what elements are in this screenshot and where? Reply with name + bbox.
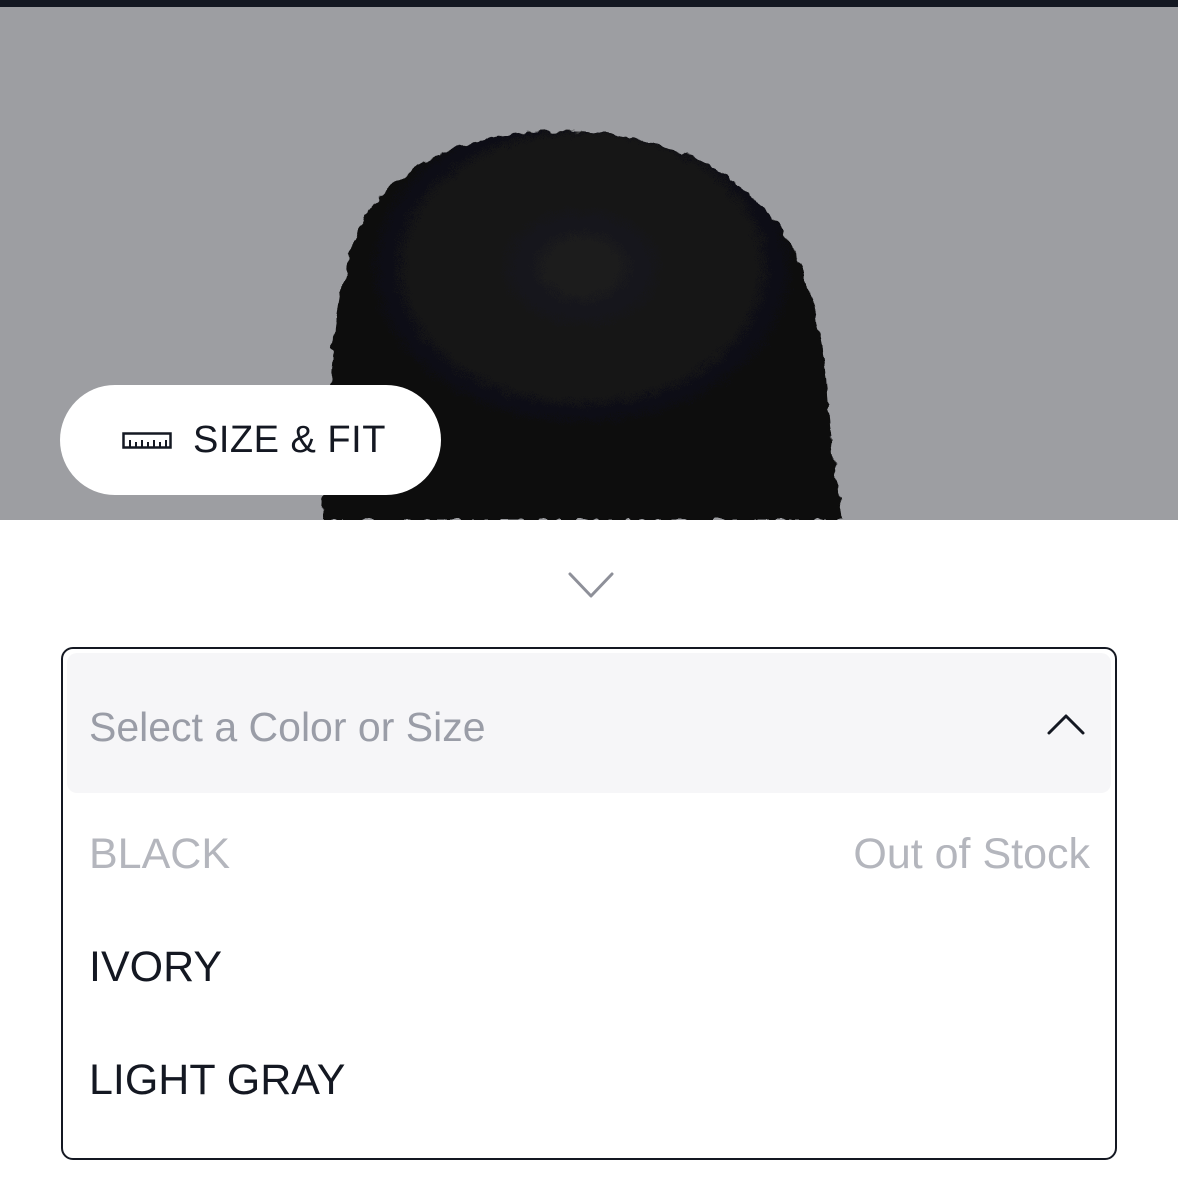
size-fit-button[interactable]: SIZE & FIT: [60, 385, 441, 495]
dropdown-placeholder: Select a Color or Size: [89, 704, 486, 750]
dropdown-toggle[interactable]: Select a Color or Size: [67, 653, 1111, 793]
option-label: BLACK: [89, 830, 231, 878]
option-black[interactable]: BLACK Out of Stock: [63, 799, 1115, 909]
product-page: SIZE & FIT Select a Color or Size BLACK …: [0, 0, 1178, 1178]
option-label: IVORY: [89, 943, 223, 991]
option-light-gray[interactable]: LIGHT GRAY: [63, 1025, 1115, 1135]
option-label: LIGHT GRAY: [89, 1056, 346, 1104]
ruler-icon: [122, 427, 172, 453]
chevron-up-icon: [1046, 711, 1086, 737]
color-size-dropdown: Select a Color or Size BLACK Out of Stoc…: [61, 647, 1117, 1160]
option-ivory[interactable]: IVORY: [63, 912, 1115, 1022]
out-of-stock-label: Out of Stock: [853, 830, 1090, 878]
top-bar: [0, 0, 1178, 7]
size-fit-label: SIZE & FIT: [193, 418, 386, 461]
chevron-down-icon[interactable]: [567, 570, 615, 600]
